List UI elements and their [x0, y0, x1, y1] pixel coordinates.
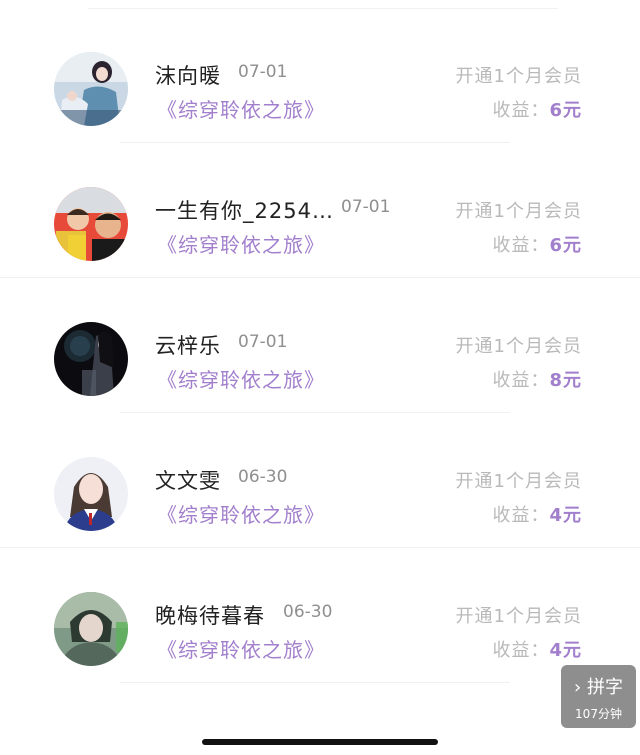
pinyin-button-duration: 107分钟	[575, 707, 622, 721]
order-date: 06-30	[238, 467, 288, 487]
avatar[interactable]	[54, 187, 128, 261]
book-title[interactable]: 《综穿聆依之旅》	[157, 229, 325, 258]
earnings-label: 收益：	[492, 640, 550, 661]
list-item[interactable]: 晚梅待暮春 06-30 《综穿聆依之旅》 开通1个月会员 收益：4元	[0, 540, 640, 683]
user-name: 一生有你_2254…	[155, 199, 334, 223]
order-date: 06-30	[283, 602, 333, 622]
earnings-label: 收益：	[492, 370, 550, 391]
earnings-value: 6元	[549, 235, 582, 256]
order-date: 07-01	[341, 197, 391, 217]
earnings-label: 收益：	[492, 235, 550, 256]
membership-plan: 开通1个月会员	[455, 471, 582, 492]
book-title[interactable]: 《综穿聆依之旅》	[157, 499, 325, 528]
list-item[interactable]: 沫向暖 07-01 《综穿聆依之旅》 开通1个月会员 收益：6元	[0, 0, 640, 143]
earnings: 收益：6元	[492, 96, 582, 122]
earnings-page: 沫向暖 07-01 《综穿聆依之旅》 开通1个月会员 收益：6元 一生有你_22…	[0, 0, 640, 755]
pinyin-button-label: › 拼字	[574, 677, 623, 698]
avatar[interactable]	[54, 457, 128, 531]
user-name: 文文雯	[155, 469, 221, 493]
list-item[interactable]: 云梓乐 07-01 《综穿聆依之旅》 开通1个月会员 收益：8元	[0, 270, 640, 413]
book-title[interactable]: 《综穿聆依之旅》	[157, 94, 325, 123]
avatar[interactable]	[54, 592, 128, 666]
order-date: 07-01	[238, 62, 288, 82]
earnings-value: 4元	[549, 640, 582, 661]
home-indicator[interactable]	[202, 739, 438, 745]
membership-plan: 开通1个月会员	[455, 66, 582, 87]
order-date: 07-01	[238, 332, 288, 352]
earnings: 收益：8元	[492, 366, 582, 392]
earnings: 收益：4元	[492, 636, 582, 662]
earnings-value: 4元	[549, 505, 582, 526]
membership-plan: 开通1个月会员	[455, 606, 582, 627]
earnings: 收益：4元	[492, 501, 582, 527]
user-name: 晚梅待暮春	[155, 604, 265, 628]
membership-plan: 开通1个月会员	[455, 201, 582, 222]
earnings-value: 6元	[549, 100, 582, 121]
user-name: 云梓乐	[155, 334, 221, 358]
earnings-value: 8元	[549, 370, 582, 391]
user-name: 沫向暖	[155, 64, 221, 88]
earnings: 收益：6元	[492, 231, 582, 257]
list-item[interactable]: 一生有你_2254… 07-01 《综穿聆依之旅》 开通1个月会员 收益：6元	[0, 135, 640, 278]
avatar[interactable]	[54, 52, 128, 126]
divider	[120, 682, 510, 683]
earnings-label: 收益：	[492, 100, 550, 121]
earnings-label: 收益：	[492, 505, 550, 526]
pinyin-input-button[interactable]: › 拼字 107分钟	[561, 665, 636, 728]
book-title[interactable]: 《综穿聆依之旅》	[157, 634, 325, 663]
book-title[interactable]: 《综穿聆依之旅》	[157, 364, 325, 393]
avatar[interactable]	[54, 322, 128, 396]
membership-plan: 开通1个月会员	[455, 336, 582, 357]
list-item[interactable]: 文文雯 06-30 《综穿聆依之旅》 开通1个月会员 收益：4元	[0, 405, 640, 548]
